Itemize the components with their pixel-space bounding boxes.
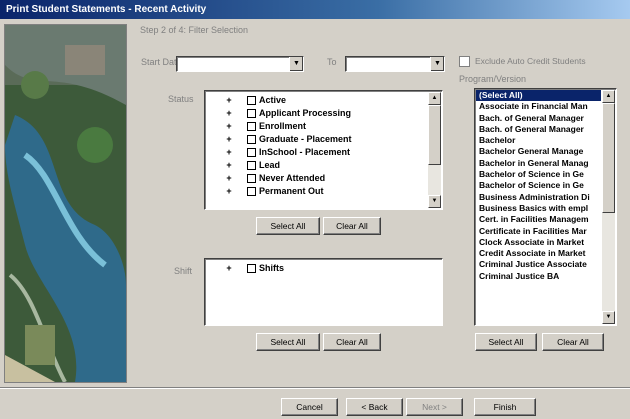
list-item[interactable]: + Lead [207, 159, 426, 172]
expand-icon[interactable]: + [225, 133, 233, 146]
scroll-up-icon[interactable]: ▲ [602, 90, 615, 103]
list-item[interactable]: Certificate in Facilities Mar [476, 226, 601, 237]
expand-icon[interactable]: + [225, 185, 233, 198]
program-clear-all-button[interactable]: Clear All [542, 333, 604, 351]
start-date-combo[interactable]: ▼ [176, 56, 304, 72]
list-item[interactable]: Bachelor General Manage [476, 146, 601, 157]
list-item[interactable]: Criminal Justice BA [476, 271, 601, 282]
status-clear-all-button[interactable]: Clear All [323, 217, 381, 235]
list-item[interactable]: Bachelor [476, 135, 601, 146]
shift-list[interactable]: + Shifts [204, 258, 443, 326]
list-item[interactable]: Bach. of General Manager [476, 124, 601, 135]
list-item[interactable]: Criminal Justice Associate [476, 259, 601, 270]
list-item[interactable]: + Permanent Out [207, 185, 426, 198]
back-button[interactable]: < Back [346, 398, 403, 416]
status-select-all-button[interactable]: Select All [256, 217, 320, 235]
checkbox[interactable] [247, 96, 256, 105]
footer-divider [0, 387, 630, 389]
scroll-down-icon[interactable]: ▼ [602, 311, 615, 324]
shift-clear-all-button[interactable]: Clear All [323, 333, 381, 351]
status-list[interactable]: + Active + Applicant Processing + Enrollmen… [204, 90, 443, 210]
list-item[interactable]: Business Administration Di [476, 192, 601, 203]
list-item[interactable]: Bachelor of Science in Ge [476, 180, 601, 191]
program-select-all-button[interactable]: Select All [475, 333, 537, 351]
list-item[interactable]: Associate in Financial Man [476, 101, 601, 112]
chevron-down-icon[interactable]: ▼ [289, 57, 303, 71]
list-item[interactable]: Bach. of General Manager [476, 113, 601, 124]
finish-button[interactable]: Finish [474, 398, 536, 416]
list-item[interactable]: + Shifts [207, 262, 438, 275]
scroll-thumb[interactable] [428, 105, 441, 165]
status-label: Status [168, 94, 194, 104]
wizard-side-image [4, 24, 127, 383]
step-title: Step 2 of 4: Filter Selection [140, 25, 249, 35]
checkbox[interactable] [247, 174, 256, 183]
expand-icon[interactable]: + [225, 120, 233, 133]
checkbox[interactable] [247, 135, 256, 144]
scroll-down-icon[interactable]: ▼ [428, 195, 441, 208]
list-item[interactable]: Bachelor in General Manag [476, 158, 601, 169]
list-item[interactable]: Bachelor of Science in Ge [476, 169, 601, 180]
shift-label: Shift [174, 266, 193, 276]
scroll-up-icon[interactable]: ▲ [428, 92, 441, 105]
list-item[interactable]: Credit Associate in Market [476, 248, 601, 259]
exclude-auto-credit-label: Exclude Auto Credit Students [475, 56, 586, 66]
expand-icon[interactable]: + [225, 159, 233, 172]
checkbox[interactable] [247, 148, 256, 157]
program-version-label: Program/Version [459, 74, 527, 84]
checkbox[interactable] [247, 187, 256, 196]
expand-icon[interactable]: + [225, 146, 233, 159]
list-item[interactable]: + Active [207, 94, 426, 107]
checkbox[interactable] [247, 122, 256, 131]
list-item[interactable]: Business Basics with empl [476, 203, 601, 214]
to-date-label: To [327, 57, 337, 67]
next-button[interactable]: Next > [406, 398, 463, 416]
list-item[interactable]: + Enrollment [207, 120, 426, 133]
list-item[interactable]: + Graduate - Placement [207, 133, 426, 146]
list-item[interactable]: + InSchool - Placement [207, 146, 426, 159]
chevron-down-icon[interactable]: ▼ [430, 57, 444, 71]
list-item[interactable]: + Never Attended [207, 172, 426, 185]
list-item[interactable]: Cert. in Facilities Managem [476, 214, 601, 225]
list-item[interactable]: (Select All) [476, 90, 601, 102]
expand-icon[interactable]: + [225, 107, 233, 120]
expand-icon[interactable]: + [225, 262, 233, 275]
exclude-auto-credit-checkbox[interactable] [459, 56, 470, 67]
cancel-button[interactable]: Cancel [281, 398, 338, 416]
list-item[interactable]: + Applicant Processing [207, 107, 426, 120]
program-scrollbar[interactable]: ▲ ▼ [602, 90, 615, 324]
list-item[interactable]: Clock Associate in Market [476, 237, 601, 248]
shift-select-all-button[interactable]: Select All [256, 333, 320, 351]
window-title: Print Student Statements - Recent Activi… [6, 4, 207, 15]
window-title-bar: Print Student Statements - Recent Activi… [0, 0, 630, 19]
checkbox[interactable] [247, 264, 256, 273]
checkbox[interactable] [247, 161, 256, 170]
program-version-list[interactable]: (Select All) Associate in Financial Man … [474, 88, 617, 326]
to-date-combo[interactable]: ▼ [345, 56, 445, 72]
checkbox[interactable] [247, 109, 256, 118]
status-scrollbar[interactable]: ▲ ▼ [428, 92, 441, 208]
expand-icon[interactable]: + [225, 94, 233, 107]
scroll-thumb[interactable] [602, 103, 615, 213]
expand-icon[interactable]: + [225, 172, 233, 185]
